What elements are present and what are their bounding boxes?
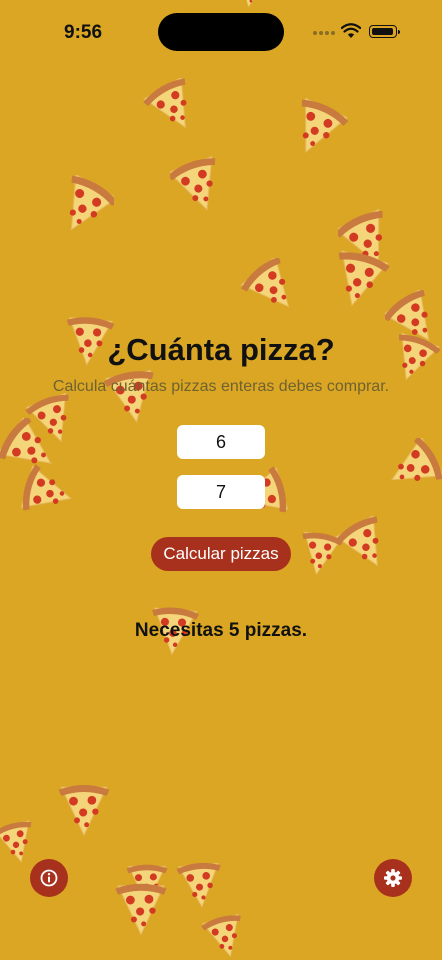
pizza-slice-icon — [199, 912, 251, 960]
gear-icon — [384, 869, 402, 887]
status-time: 9:56 — [64, 22, 103, 43]
pizza-slice-icon — [175, 860, 225, 910]
battery-icon — [369, 25, 400, 38]
settings-button[interactable] — [374, 859, 412, 897]
info-icon — [40, 869, 58, 887]
people-count-input[interactable] — [177, 425, 265, 459]
calculate-button[interactable]: Calcular pizzas — [151, 537, 291, 571]
pizza-slice-icon — [56, 175, 114, 237]
pizza-slice-icon — [240, 258, 304, 316]
pizza-slice-icon — [334, 516, 396, 572]
status-bar: 9:56 — [0, 0, 442, 62]
info-button[interactable] — [30, 859, 68, 897]
result-text: Necesitas 5 pizzas. — [134, 620, 308, 641]
pizza-slice-icon — [104, 367, 160, 426]
pizza-slice-icon — [23, 392, 84, 446]
pizza-slice-icon — [385, 438, 442, 496]
pizza-slice-icon — [170, 153, 226, 218]
wifi-icon — [341, 23, 361, 38]
pizza-slice-icon — [285, 98, 349, 158]
page-subtitle: Calcula cuántas pizzas enteras debes com… — [52, 378, 390, 395]
pizza-slice-icon — [297, 529, 343, 579]
pizza-slice-icon — [58, 784, 110, 836]
pizza-slice-icon — [140, 78, 206, 134]
pizza-slice-icon — [18, 464, 78, 520]
pizza-slice-icon — [0, 818, 38, 868]
page-title: ¿Cuánta pizza? — [107, 332, 335, 367]
pizza-slice-icon — [328, 248, 390, 310]
slices-per-person-input[interactable] — [177, 475, 265, 509]
pizza-slice-icon — [338, 208, 396, 272]
cellular-signal-icon — [313, 31, 337, 37]
pizza-slice-icon — [126, 864, 168, 906]
dynamic-island — [158, 13, 284, 51]
pizza-slice-icon — [114, 883, 168, 935]
pizza-slice-icon — [0, 418, 58, 478]
